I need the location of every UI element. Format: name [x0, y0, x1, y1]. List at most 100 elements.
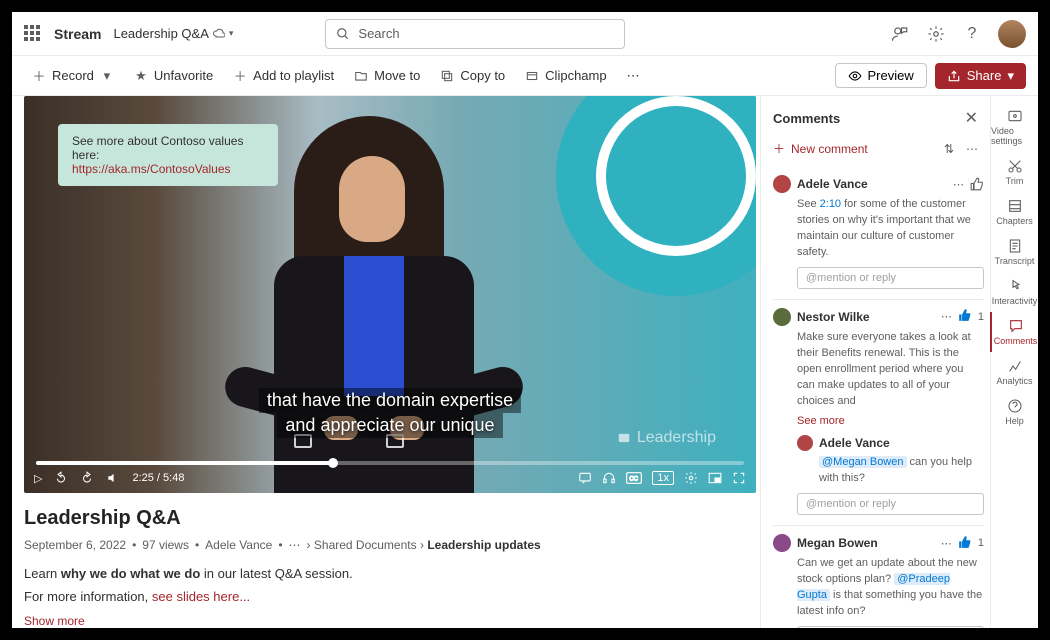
closed-caption: that have the domain expertise and appre…: [259, 388, 521, 438]
reply-input[interactable]: @mention or reply: [797, 493, 984, 515]
star-icon: ★: [134, 69, 148, 83]
copy-to-button[interactable]: Copy to: [432, 64, 513, 87]
comments-panel: Comments ✕ ＋New comment ⇅ ⋯ Adele Vance ⋯…: [760, 96, 990, 628]
volume-icon[interactable]: [106, 471, 120, 485]
like-icon[interactable]: [970, 177, 984, 191]
plus-icon: ＋: [32, 69, 46, 83]
callout-text: See more about Contoso values here:: [72, 134, 264, 162]
more-icon[interactable]: ⋯: [941, 310, 952, 323]
fullscreen-icon[interactable]: [732, 471, 746, 485]
video-description: Learn why we do what we do in our latest…: [24, 566, 760, 581]
chevron-down-icon: ▾: [100, 69, 114, 83]
plus-icon: ＋: [233, 69, 247, 83]
rail-interactivity[interactable]: Interactivity: [991, 272, 1038, 312]
eye-icon: [848, 69, 862, 83]
video-date: September 6, 2022: [24, 538, 126, 552]
top-bar: Stream Leadership Q&A ▾ Search ?: [12, 12, 1038, 56]
skip-back-icon[interactable]: [54, 471, 68, 485]
cc-icon[interactable]: CC: [626, 472, 642, 484]
app-launcher-icon[interactable]: [24, 25, 42, 43]
svg-text:CC: CC: [630, 477, 639, 483]
record-button[interactable]: ＋Record▾: [24, 64, 122, 87]
app-name: Stream: [54, 26, 101, 42]
chevron-down-icon: ▾: [1007, 68, 1014, 84]
comment-author: Megan Bowen: [797, 536, 878, 550]
copy-icon: [440, 69, 454, 83]
share-button[interactable]: Share▾: [935, 63, 1026, 89]
comment-body: Can we get an update about the new stock…: [797, 556, 984, 620]
new-comment-button[interactable]: ＋New comment: [773, 140, 868, 157]
crumb-current[interactable]: Leadership updates: [427, 538, 540, 552]
reply-input[interactable]: @mention or reply: [797, 267, 984, 289]
comment-author: Nestor Wilke: [797, 310, 870, 324]
help-icon[interactable]: ?: [962, 24, 982, 44]
like-icon[interactable]: [958, 308, 972, 325]
chevron-down-icon: ▾: [229, 28, 234, 39]
comment-body: Make sure everyone takes a look at their…: [797, 330, 984, 410]
reply-body: @Megan Bowen can you help with this?: [819, 455, 984, 487]
comment-item: Nestor Wilke ⋯1 Make sure everyone takes…: [773, 299, 984, 526]
rail-analytics[interactable]: Analytics: [991, 352, 1038, 392]
reply-input[interactable]: @mention or reply: [797, 626, 984, 628]
decorative-compass: [556, 96, 756, 296]
sort-icon[interactable]: ⇅: [944, 142, 954, 156]
rail-chapters[interactable]: Chapters: [991, 192, 1038, 232]
user-avatar[interactable]: [998, 20, 1026, 48]
rail-video-settings[interactable]: Video settings: [991, 102, 1038, 152]
skip-forward-icon[interactable]: [80, 471, 94, 485]
close-icon[interactable]: ✕: [965, 108, 978, 128]
mention[interactable]: @Megan Bowen: [819, 456, 907, 468]
callout-link[interactable]: https://aka.ms/ContosoValues: [72, 162, 231, 176]
gear-icon[interactable]: [684, 471, 698, 485]
file-name[interactable]: Leadership Q&A ▾: [113, 26, 233, 41]
scrubber[interactable]: [36, 461, 744, 465]
play-icon[interactable]: ▷: [34, 472, 42, 485]
rail-trim[interactable]: Trim: [991, 152, 1038, 192]
video-author: Adele Vance: [205, 538, 272, 552]
slides-link[interactable]: see slides here...: [152, 589, 250, 604]
rail-comments[interactable]: Comments: [990, 312, 1037, 352]
command-bar: ＋Record▾ ★Unfavorite ＋Add to playlist Mo…: [12, 56, 1038, 96]
clipchamp-button[interactable]: Clipchamp: [517, 64, 614, 87]
search-input[interactable]: Search: [325, 19, 625, 49]
breadcrumb: › Shared Documents › Leadership updates: [307, 538, 541, 552]
crumb-shared-docs[interactable]: Shared Documents: [314, 538, 417, 552]
rail-help[interactable]: Help: [991, 392, 1038, 432]
clipchamp-icon: [525, 69, 539, 83]
more-icon[interactable]: ⋯: [953, 178, 964, 191]
plus-icon: ＋: [773, 140, 785, 157]
comments-header: Comments: [773, 111, 840, 126]
video-meta: September 6, 2022• 97 views• Adele Vance…: [24, 538, 760, 552]
comment-item: Adele Vance ⋯ See 2:10 for some of the c…: [773, 167, 984, 299]
see-more[interactable]: See more: [797, 415, 984, 427]
more-meta-icon[interactable]: ⋯: [289, 538, 301, 552]
comments-toggle-icon[interactable]: [578, 471, 592, 485]
preview-button[interactable]: Preview: [835, 63, 927, 88]
like-icon[interactable]: [958, 535, 972, 552]
pip-icon[interactable]: [708, 471, 722, 485]
speed-control[interactable]: 1x: [652, 471, 674, 485]
file-name-text: Leadership Q&A: [113, 26, 208, 41]
person-feedback-icon[interactable]: [890, 24, 910, 44]
avatar: [797, 435, 813, 451]
more-icon[interactable]: ⋯: [966, 142, 978, 156]
avatar: [773, 534, 791, 552]
video-description-2: For more information, see slides here...: [24, 589, 760, 604]
video-player[interactable]: See more about Contoso values here: http…: [24, 96, 756, 493]
move-to-button[interactable]: Move to: [346, 64, 428, 87]
rail-transcript[interactable]: Transcript: [991, 232, 1038, 272]
show-more-button[interactable]: Show more: [24, 614, 760, 628]
more-button[interactable]: ⋯: [619, 64, 648, 88]
comment-author: Adele Vance: [797, 177, 868, 191]
timestamp-link[interactable]: 2:10: [820, 198, 841, 210]
comment-reply: Adele Vance @Megan Bowen can you help wi…: [797, 435, 984, 487]
comment-item: Megan Bowen ⋯1 Can we get an update abou…: [773, 525, 984, 628]
gear-icon[interactable]: [926, 24, 946, 44]
move-icon: [354, 69, 368, 83]
video-callout[interactable]: See more about Contoso values here: http…: [58, 124, 278, 186]
headphones-icon[interactable]: [602, 471, 616, 485]
search-placeholder: Search: [358, 26, 399, 41]
more-icon[interactable]: ⋯: [941, 537, 952, 550]
add-to-playlist-button[interactable]: ＋Add to playlist: [225, 64, 342, 87]
unfavorite-button[interactable]: ★Unfavorite: [126, 64, 221, 87]
